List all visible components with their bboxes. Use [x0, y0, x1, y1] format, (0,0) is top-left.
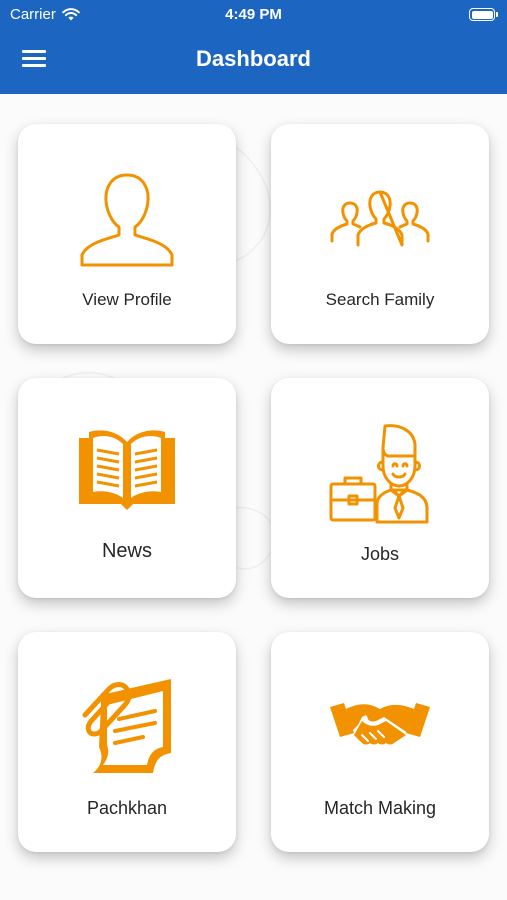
- tile-label: Search Family: [325, 290, 435, 309]
- nav-bar: Dashboard: [0, 30, 507, 94]
- tile-label: Pachkhan: [86, 798, 168, 818]
- tile-news[interactable]: News: [18, 378, 236, 598]
- status-bar: Carrier 4:49 PM: [0, 0, 507, 30]
- person-outline-icon: [80, 173, 174, 267]
- tile-match-making[interactable]: Match Making: [271, 632, 489, 852]
- open-book-icon: [79, 430, 175, 510]
- app-header: Carrier 4:49 PM Dashboard: [0, 0, 507, 94]
- tile-label: Match Making: [323, 798, 437, 818]
- tile-label: Jobs: [360, 544, 400, 564]
- tile-pachkhan[interactable]: Pachkhan: [18, 632, 236, 852]
- businessman-briefcase-icon: [329, 424, 429, 524]
- group-outline-icon: [330, 190, 430, 247]
- document-clip-icon: [82, 679, 171, 773]
- tile-label: News: [101, 540, 152, 562]
- tile-label: View Profile: [82, 290, 172, 309]
- page-title: Dashboard: [196, 46, 311, 71]
- battery-icon: [469, 8, 498, 21]
- status-time: 4:49 PM: [225, 6, 282, 23]
- tile-view-profile[interactable]: View Profile: [18, 124, 236, 344]
- tile-jobs[interactable]: Jobs: [271, 378, 489, 598]
- tile-search-family[interactable]: Search Family: [271, 124, 489, 344]
- handshake-icon: [330, 703, 430, 745]
- dashboard-screen: Carrier 4:49 PM Dashboard View Profile S…: [0, 0, 507, 900]
